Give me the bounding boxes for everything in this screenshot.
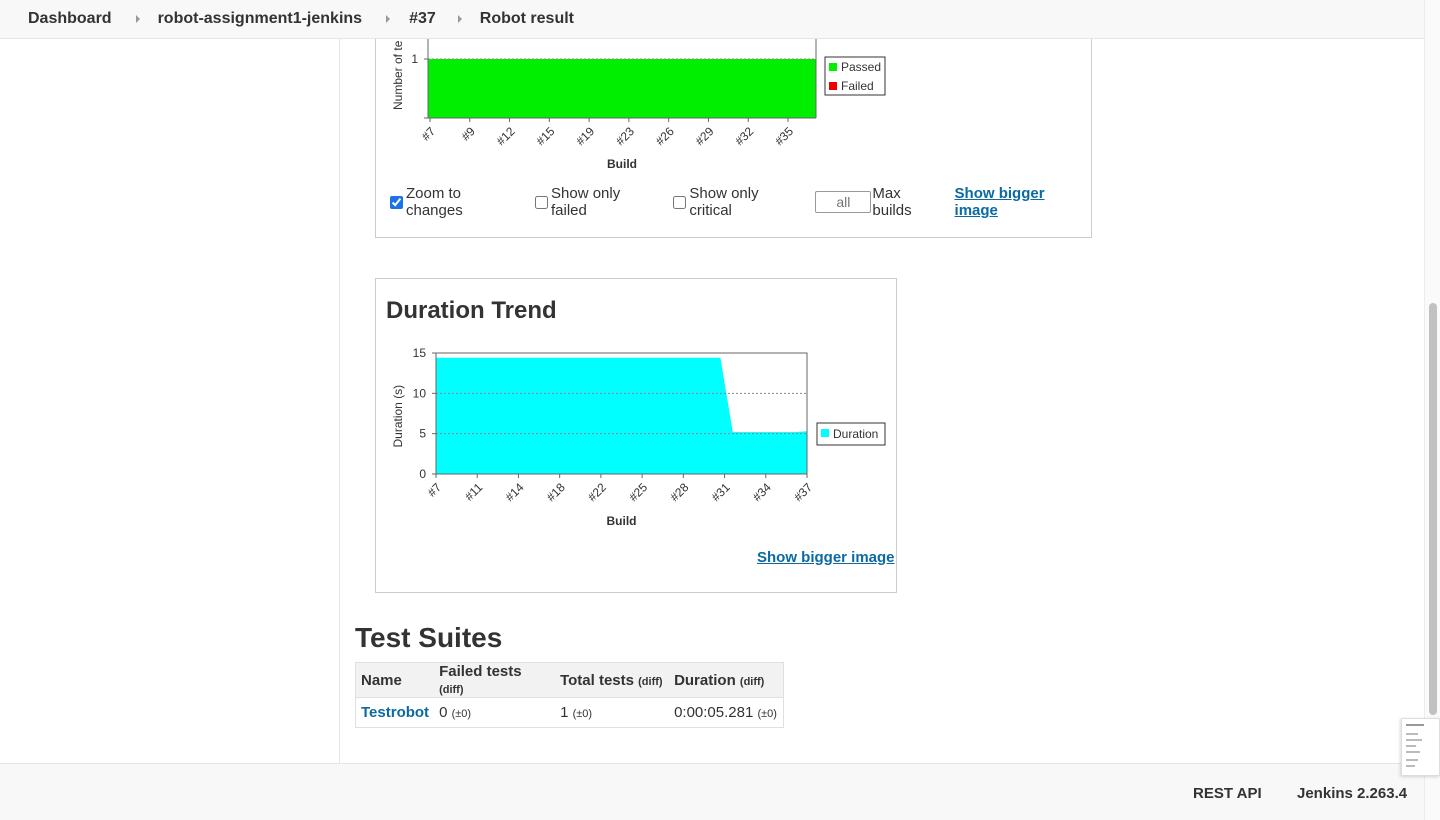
x-tick-label: #23 xyxy=(613,124,637,148)
x-tick-label: #34 xyxy=(750,480,774,504)
suite-link[interactable]: Testrobot xyxy=(361,704,429,721)
legend-swatch xyxy=(821,429,829,437)
suite-name-cell: Testrobot xyxy=(355,697,435,728)
show-only-failed-checkbox[interactable] xyxy=(535,195,548,209)
show-only-failed-label: Show only failed xyxy=(551,185,621,219)
breadcrumb-robot-result[interactable]: Robot result xyxy=(480,10,574,28)
show-only-critical-checkbox[interactable] xyxy=(673,195,687,209)
scrollbar-thumb[interactable] xyxy=(1429,303,1437,715)
x-tick-label: #14 xyxy=(503,480,527,504)
x-tick-label: #15 xyxy=(533,124,557,148)
col-duration-label: Duration xyxy=(674,671,736,689)
thumbnail-line xyxy=(1406,724,1424,726)
trend-controls: Zoom to changes Show only failed Show on… xyxy=(390,185,1091,219)
y-tick-label: 5 xyxy=(419,427,426,441)
passed-area xyxy=(428,59,816,118)
duration-cell: 0:00:05.281 (±0) xyxy=(669,697,784,728)
duration-trend-chart[interactable]: 0 5 10 15 Duration (s) #7 #11 #14 #18 #22 #25 #28 #3… xyxy=(376,339,896,529)
breadcrumb-dashboard[interactable]: Dashboard xyxy=(28,10,112,28)
rest-api-link[interactable]: REST API xyxy=(1193,785,1262,802)
total-cell: 1 (±0) xyxy=(555,697,670,728)
y-tick-label: 1 xyxy=(411,52,418,66)
breadcrumb: Dashboard robot-assignment1-jenkins #37 … xyxy=(0,0,1424,39)
duration-trend-panel: Duration Trend 0 5 10 15 Duration (s) #7 #11 #1… xyxy=(375,278,897,593)
show-bigger-duration-image-link[interactable]: Show bigger image xyxy=(757,549,895,566)
x-tick-label: #31 xyxy=(709,480,733,504)
x-axis-label: Build xyxy=(607,514,637,528)
thumbnail-line xyxy=(1406,739,1422,741)
legend-swatch xyxy=(829,63,837,71)
breadcrumb-job[interactable]: robot-assignment1-jenkins xyxy=(158,10,362,28)
x-tick-label: #7 xyxy=(425,480,445,500)
x-tick-label: #9 xyxy=(459,124,479,144)
total-diff: (±0) xyxy=(572,708,593,720)
duration-area xyxy=(436,357,807,474)
failed-cell: 0 (±0) xyxy=(434,697,556,728)
col-name-header[interactable]: Name xyxy=(355,662,435,698)
x-axis-label: Build xyxy=(607,157,637,171)
x-tick-label: #22 xyxy=(585,480,609,504)
x-tick-label: #19 xyxy=(573,124,597,148)
thumbnail-line xyxy=(1406,745,1416,747)
table-header-row: Name Failed tests (diff) Total tests (di… xyxy=(355,662,784,698)
x-tick-label: #28 xyxy=(667,480,691,504)
col-duration-header[interactable]: Duration (diff) xyxy=(669,662,784,698)
zoom-to-changes-checkbox[interactable] xyxy=(390,195,403,209)
col-duration-diff: (diff) xyxy=(739,675,765,688)
max-builds-input[interactable] xyxy=(815,191,872,213)
col-total-header[interactable]: Total tests (diff) xyxy=(555,662,670,698)
col-total-diff: (diff) xyxy=(638,675,663,688)
page-thumbnail[interactable] xyxy=(1401,718,1440,776)
table-row: Testrobot 0 (±0) 1 (±0) 0:00:05.281 (±0) xyxy=(355,697,784,728)
x-tick-label: #12 xyxy=(494,124,518,148)
col-total-label: Total tests xyxy=(560,671,634,689)
y-tick-label: 10 xyxy=(413,386,427,400)
col-failed-header[interactable]: Failed tests (diff) xyxy=(434,662,556,698)
y-axis-label: Number of te xyxy=(391,40,405,110)
total-value: 1 xyxy=(560,704,569,721)
y-tick-label: 15 xyxy=(413,346,427,360)
duration-trend-title: Duration Trend xyxy=(386,297,557,324)
legend-swatch xyxy=(829,82,837,90)
test-suites-table: Name Failed tests (diff) Total tests (di… xyxy=(355,662,784,728)
thumbnail-line xyxy=(1406,733,1418,735)
x-tick-label: #37 xyxy=(791,480,815,504)
thumbnail-line xyxy=(1406,759,1418,761)
show-bigger-image-link[interactable]: Show bigger image xyxy=(955,185,1091,219)
y-axis-label: Duration (s) xyxy=(391,385,405,448)
x-tick-label: #18 xyxy=(544,480,568,504)
y-tick-label: 0 xyxy=(419,467,426,481)
x-tick-label: #32 xyxy=(732,124,756,148)
col-name-label: Name xyxy=(361,671,402,689)
x-tick-label: #25 xyxy=(626,480,650,504)
x-tick-label: #11 xyxy=(462,480,486,504)
x-tick-label: #7 xyxy=(419,124,439,144)
max-builds-label: Max builds xyxy=(872,185,912,219)
x-tick-label: #26 xyxy=(653,124,677,148)
legend-label: Failed xyxy=(841,79,874,93)
col-failed-diff: (diff) xyxy=(439,684,464,696)
legend-label: Passed xyxy=(841,60,881,74)
duration-diff: (±0) xyxy=(757,708,777,720)
breadcrumb-build[interactable]: #37 xyxy=(409,10,436,28)
side-panel-divider xyxy=(339,39,340,763)
chevron-right-icon[interactable] xyxy=(457,15,462,23)
show-only-critical-label: Show only critical xyxy=(689,185,759,219)
x-tick-label: #35 xyxy=(772,124,796,148)
failed-value: 0 xyxy=(439,704,448,721)
thumbnail-line xyxy=(1406,751,1420,753)
chevron-right-icon[interactable] xyxy=(386,15,391,23)
legend-label: Duration xyxy=(833,427,878,441)
jenkins-version-link[interactable]: Jenkins 2.263.4 xyxy=(1297,785,1407,802)
test-suites-title: Test Suites xyxy=(355,622,503,653)
failed-diff: (±0) xyxy=(451,708,472,720)
x-tick-label: #29 xyxy=(693,124,717,148)
duration-value: 0:00:05.281 xyxy=(674,704,754,721)
chevron-right-icon[interactable] xyxy=(135,15,140,23)
footer: REST API Jenkins 2.263.4 xyxy=(0,763,1424,820)
thumbnail-line xyxy=(1406,765,1415,767)
col-failed-label: Failed tests xyxy=(439,663,522,680)
zoom-to-changes-label: Zoom to changes xyxy=(406,185,463,219)
